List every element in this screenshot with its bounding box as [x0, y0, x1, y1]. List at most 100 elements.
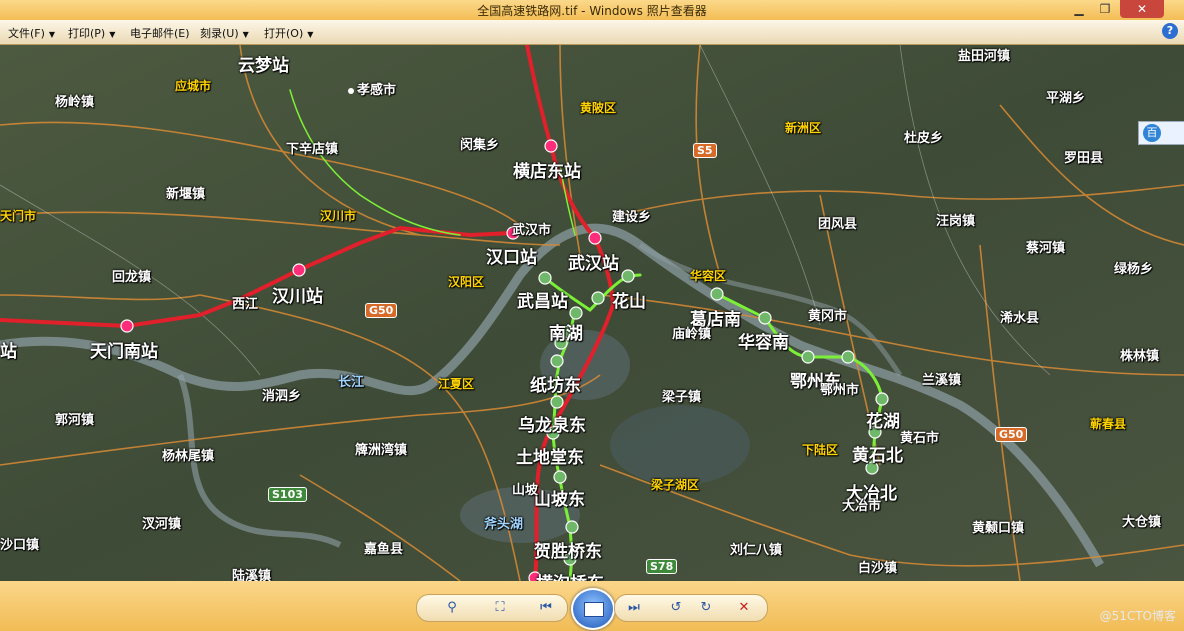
- station-label: 华容南: [738, 333, 789, 353]
- station-label: 黄石北: [852, 446, 903, 466]
- place-label: 浠水县: [1000, 311, 1040, 326]
- chevron-down-icon: ▼: [307, 30, 314, 39]
- menu-burn-label: 刻录(U): [200, 27, 239, 40]
- previous-icon[interactable]: ⏮: [535, 598, 557, 618]
- place-label: 新洲区: [785, 121, 822, 135]
- place-label: 孝感市: [348, 79, 396, 98]
- place-label: 黄陂区: [580, 101, 617, 115]
- station-label: 武汉站: [568, 254, 619, 274]
- watermark: @51CTO博客: [1099, 609, 1176, 623]
- station-label: 纸坊东: [530, 376, 581, 396]
- station-label: 山坡东: [534, 490, 585, 510]
- lake-label: 斧头湖: [484, 517, 524, 532]
- place-label: 兰溪镇: [922, 373, 962, 388]
- place-label: 下陆区: [802, 443, 839, 457]
- menu-bar: 文件(F) ▼ 打印(P) ▼ 电子邮件(E) 刻录(U) ▼ 打开(O) ▼ ?: [0, 20, 1184, 45]
- rotate-cw-icon[interactable]: ↻: [695, 598, 717, 618]
- station-marker-nanhu-d: [550, 354, 564, 368]
- station-marker-gedian: [710, 287, 724, 301]
- place-label: 天门市: [0, 209, 37, 223]
- place-label: 山坡: [512, 483, 539, 498]
- place-label: 杨林尾镇: [162, 449, 215, 464]
- place-label: 绿杨乡: [1114, 262, 1154, 277]
- station-label: 花湖: [866, 412, 900, 432]
- place-label: 建设乡: [612, 210, 652, 225]
- station-label: 横沟桥东: [536, 569, 604, 581]
- place-label: 庙岭镇: [672, 327, 712, 342]
- place-label: 回龙镇: [112, 270, 152, 285]
- place-name: 孝感市: [357, 83, 397, 98]
- station-marker-heshengqiao: [565, 520, 579, 534]
- highway-shield: S78: [646, 559, 678, 574]
- baidu-icon: 百: [1143, 124, 1161, 142]
- station-label: 云梦站: [238, 56, 289, 76]
- station-marker-wuchang: [538, 271, 552, 285]
- place-label: 江夏区: [438, 377, 475, 391]
- slideshow-icon: [584, 602, 604, 617]
- station-marker-hanchuan: [292, 263, 306, 277]
- station-label: 天门南站: [90, 342, 158, 362]
- station-marker-huarong: [758, 311, 772, 325]
- station-marker-shanpo: [553, 470, 567, 484]
- highway-shield: S103: [268, 487, 307, 502]
- station-label: 武昌站: [517, 292, 568, 312]
- place-label: 罗田县: [1064, 151, 1104, 166]
- station-marker-east: [621, 269, 635, 283]
- menu-print[interactable]: 打印(P) ▼: [68, 25, 115, 41]
- chevron-down-icon: ▼: [242, 30, 249, 39]
- place-label: 黄冈市: [808, 309, 848, 324]
- maximize-button[interactable]: ❐: [1092, 0, 1118, 18]
- place-label: 杜皮乡: [904, 131, 944, 146]
- menu-burn[interactable]: 刻录(U) ▼: [200, 25, 249, 41]
- place-label: 沙口镇: [0, 538, 40, 553]
- zoom-icon[interactable]: ⚲: [441, 598, 463, 618]
- place-label: 白沙镇: [858, 561, 898, 576]
- place-label: 西江: [232, 297, 259, 312]
- station-label: 土地堂东: [516, 448, 584, 468]
- place-label: 汉阳区: [448, 275, 485, 289]
- delete-icon[interactable]: ✕: [733, 598, 755, 618]
- station-marker-huahu: [875, 392, 889, 406]
- toolbar-left-group: ⚲ ⛶ ⏮: [416, 594, 568, 622]
- place-label: 汊河镇: [142, 517, 182, 532]
- minimize-button[interactable]: ▁: [1066, 0, 1092, 18]
- help-icon[interactable]: ?: [1162, 23, 1178, 39]
- place-label: 应城市: [175, 79, 212, 93]
- station-marker-wuhan: [588, 231, 602, 245]
- place-label: 下辛店镇: [286, 142, 339, 157]
- place-label: 簰洲湾镇: [355, 443, 408, 458]
- station-marker-ezhou-a: [801, 350, 815, 364]
- station-label: 横店东站: [513, 162, 581, 182]
- place-label: 梁子镇: [662, 390, 702, 405]
- side-widget[interactable]: 百: [1138, 121, 1184, 145]
- menu-open[interactable]: 打开(O) ▼: [264, 25, 313, 41]
- place-label: 团风县: [818, 217, 858, 232]
- place-label: 黄石市: [900, 431, 940, 446]
- station-marker-hengdian: [544, 139, 558, 153]
- highway-shield: G50: [995, 427, 1028, 442]
- place-label: 刘仁八镇: [730, 543, 783, 558]
- menu-email[interactable]: 电子邮件(E): [130, 25, 190, 41]
- slideshow-button[interactable]: [571, 588, 615, 630]
- place-label: 杨岭镇: [55, 95, 95, 110]
- station-marker-tianmen: [120, 319, 134, 333]
- close-button[interactable]: ✕: [1120, 0, 1164, 18]
- place-label: 梁子湖区: [651, 478, 700, 492]
- place-label: 蔡河镇: [1026, 241, 1066, 256]
- place-label: 陆溪镇: [232, 569, 272, 581]
- image-viewer[interactable]: 云梦站 横店东站 汉口站 武汉站 武昌站 花山 汉川站 天门南站 葛店南 华容南…: [0, 45, 1184, 581]
- station-label: 汉川站: [272, 287, 323, 307]
- highway-shield: S5: [693, 143, 717, 158]
- toolbar-right-group: ⏭ ↺ ↻ ✕: [614, 594, 768, 622]
- menu-file[interactable]: 文件(F) ▼: [8, 25, 55, 41]
- station-label: 站: [0, 342, 17, 362]
- station-marker-ezhou-b: [841, 350, 855, 364]
- place-label: 郭河镇: [55, 413, 95, 428]
- station-label: 乌龙泉东: [518, 416, 586, 436]
- station-label: 花山: [612, 292, 646, 312]
- rotate-ccw-icon[interactable]: ↺: [665, 598, 687, 618]
- title-bar: 全国高速铁路网.tif - Windows 照片查看器 ▁ ❐ ✕: [0, 0, 1184, 20]
- menu-email-label: 电子邮件(E): [130, 27, 190, 40]
- next-icon[interactable]: ⏭: [623, 598, 645, 618]
- fit-window-icon[interactable]: ⛶: [489, 598, 511, 618]
